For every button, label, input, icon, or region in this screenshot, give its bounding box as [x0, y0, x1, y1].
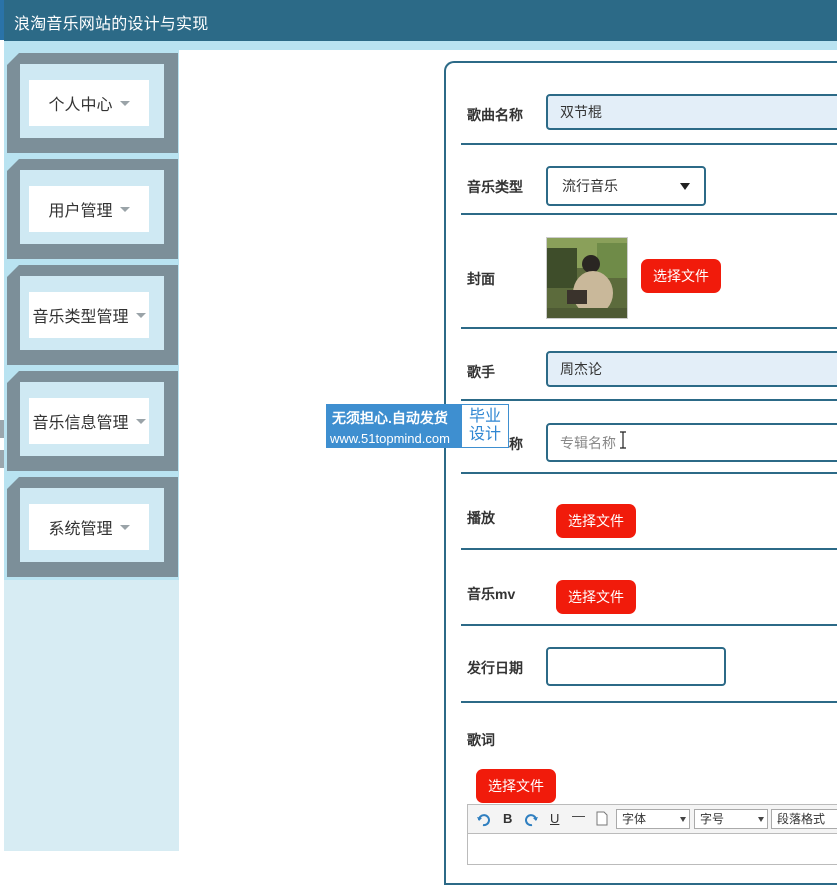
sidebar-item-label: 音乐类型管理	[32, 309, 129, 326]
cover-image	[546, 237, 628, 319]
music-type-selected: 流行音乐	[562, 178, 618, 194]
chevron-down-icon	[119, 206, 130, 212]
chevron-down-icon	[680, 182, 690, 190]
chevron-down-icon	[135, 312, 146, 318]
music-type-label: 音乐类型	[467, 179, 523, 195]
singer-label: 歌手	[467, 364, 495, 380]
watermark-badge-line: 毕业	[468, 408, 501, 425]
document-icon[interactable]	[596, 811, 608, 826]
sidebar-button-personal-center[interactable]: 个人中心	[29, 80, 149, 126]
chevron-down-icon	[680, 817, 686, 822]
row-divider	[461, 472, 837, 474]
redo-icon[interactable]	[525, 813, 539, 827]
row-divider	[461, 624, 837, 626]
row-divider	[461, 213, 837, 215]
paragraph-format-select[interactable]: 段落格式	[771, 809, 837, 829]
mv-choose-file-button[interactable]: 选择文件	[556, 580, 636, 614]
chevron-down-icon	[119, 524, 130, 530]
sidebar-button-system-management[interactable]: 系统管理	[29, 504, 149, 550]
app-title: 浪淘音乐网站的设计与实现	[14, 16, 209, 33]
mv-label: 音乐mv	[467, 586, 516, 602]
horizontal-rule-icon[interactable]: —	[572, 808, 585, 823]
bold-button[interactable]: B	[503, 811, 512, 826]
sidebar-item-personal-center: 个人中心	[4, 50, 179, 156]
sidebar-item-label: 系统管理	[48, 521, 113, 538]
chevron-down-icon	[119, 100, 130, 106]
lyrics-label: 歌词	[467, 732, 495, 748]
sidebar-item-music-info-management: 音乐信息管理	[4, 368, 179, 474]
font-family-select[interactable]: 字体	[616, 809, 690, 829]
row-divider	[461, 143, 837, 145]
singer-input[interactable]	[546, 351, 837, 387]
underline-button[interactable]: U	[550, 811, 559, 826]
header-strip	[4, 41, 837, 50]
release-date-label: 发行日期	[467, 660, 523, 676]
song-name-input[interactable]	[546, 94, 837, 130]
sidebar-button-music-type-management[interactable]: 音乐类型管理	[29, 292, 149, 338]
text-cursor-icon	[620, 431, 626, 449]
cover-label: 封面	[467, 271, 495, 287]
sidebar-button-user-management[interactable]: 用户管理	[29, 186, 149, 232]
undo-icon[interactable]	[476, 813, 490, 827]
lyrics-editor-body[interactable]	[467, 834, 837, 865]
album-label: 称	[509, 436, 523, 452]
row-divider	[461, 548, 837, 550]
chevron-down-icon	[135, 418, 146, 424]
chevron-down-icon	[758, 817, 764, 822]
font-family-value: 字体	[622, 812, 647, 826]
music-type-select[interactable]: 流行音乐	[546, 166, 706, 206]
sidebar-item-label: 用户管理	[48, 203, 113, 220]
row-divider	[461, 399, 837, 401]
play-label: 播放	[467, 510, 495, 526]
play-choose-file-button[interactable]: 选择文件	[556, 504, 636, 538]
row-divider	[461, 701, 837, 703]
release-date-input[interactable]	[546, 647, 726, 686]
sidebar-button-music-info-management[interactable]: 音乐信息管理	[29, 398, 149, 444]
lyrics-choose-file-button[interactable]: 选择文件	[476, 769, 556, 803]
sidebar-item-label: 音乐信息管理	[32, 415, 129, 432]
watermark-banner: 无须担心.自动发货 www.51topmind.com 毕业 设计	[326, 404, 509, 448]
paragraph-format-value: 段落格式	[777, 812, 826, 826]
font-size-value: 字号	[700, 812, 725, 826]
cover-choose-file-button[interactable]: 选择文件	[641, 259, 721, 293]
album-input[interactable]	[546, 423, 837, 462]
font-size-select[interactable]: 字号	[694, 809, 768, 829]
watermark-url: www.51topmind.com	[330, 431, 450, 446]
song-name-label: 歌曲名称	[467, 107, 523, 123]
sidebar: 个人中心 用户管理 音乐类型管理 音乐信息管理 系统管理	[4, 50, 179, 851]
app-header: 浪淘音乐网站的设计与实现	[4, 0, 837, 41]
sidebar-item-user-management: 用户管理	[4, 156, 179, 262]
sidebar-item-music-type-management: 音乐类型管理	[4, 262, 179, 368]
editor-toolbar: B U — 字体 字号 段落格式	[467, 804, 837, 834]
sidebar-item-label: 个人中心	[48, 97, 113, 114]
watermark-badge-line: 设计	[468, 426, 501, 443]
row-divider	[461, 327, 837, 329]
watermark-text: 无须担心.自动发货	[332, 410, 448, 426]
sidebar-item-system-management: 系统管理	[4, 474, 179, 580]
watermark-badge: 毕业 设计	[461, 404, 509, 448]
